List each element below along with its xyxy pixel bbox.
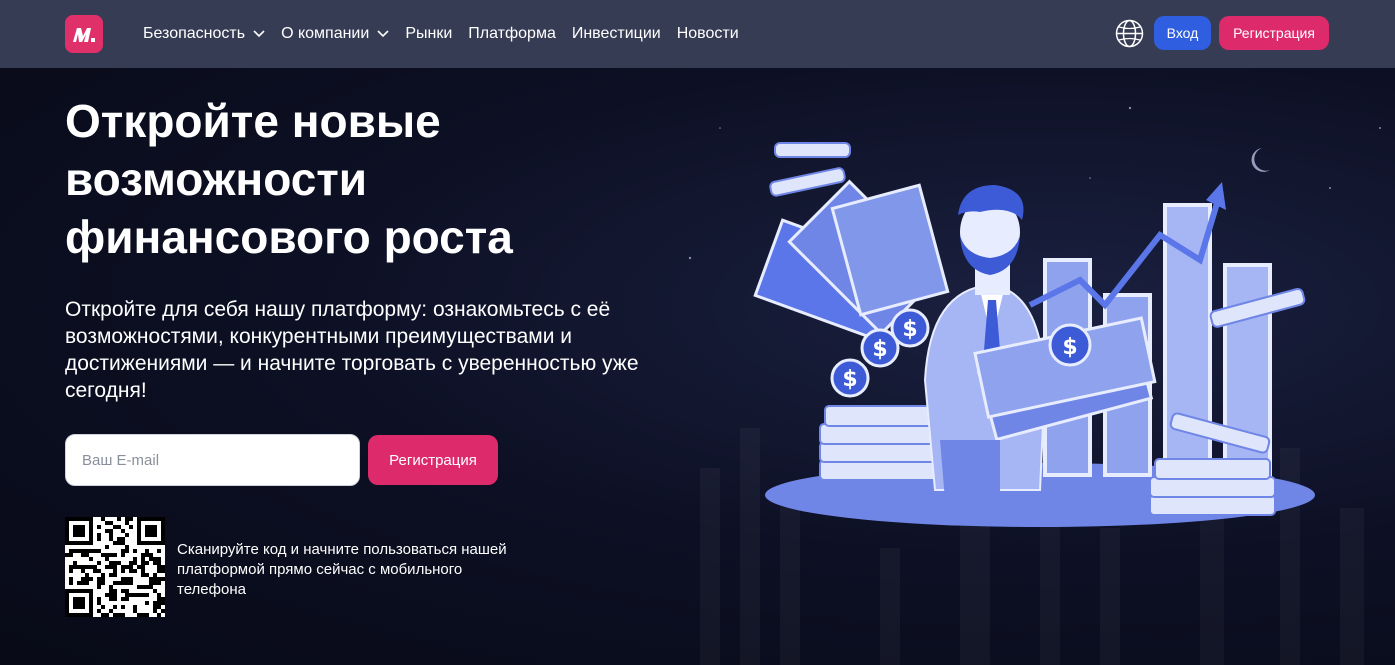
hero-section: $ $ $ $ Откройте новые возможности финан… <box>0 68 1395 665</box>
hero-title: Откройте новые возможности финансового р… <box>65 95 513 263</box>
svg-text:$: $ <box>1062 335 1077 360</box>
register-button-header[interactable]: Регистрация <box>1219 16 1329 50</box>
register-button-hero[interactable]: Регистрация <box>368 435 498 485</box>
nav-item-label: О компании <box>281 25 370 42</box>
svg-text:$: $ <box>902 317 917 342</box>
svg-text:$: $ <box>842 367 857 392</box>
nav-item-security[interactable]: Безопасность <box>143 25 265 43</box>
main-nav: Безопасность О компании Рынки Платформа … <box>143 0 755 68</box>
nav-item-label: Новости <box>676 25 739 42</box>
email-input[interactable] <box>65 434 360 486</box>
nav-item-label: Платформа <box>468 25 556 42</box>
chevron-down-icon <box>253 30 265 38</box>
globe-icon[interactable] <box>1114 18 1145 49</box>
nav-item-investments[interactable]: Инвестиции <box>572 25 661 43</box>
nav-item-platform[interactable]: Платформа <box>468 25 556 43</box>
site-header: Безопасность О компании Рынки Платформа … <box>0 0 1395 68</box>
hero-subtitle: Откройте для себя нашу платформу: ознако… <box>65 298 639 402</box>
qr-code <box>65 517 165 617</box>
login-button[interactable]: Вход <box>1154 16 1211 50</box>
nav-item-label: Рынки <box>405 25 453 42</box>
m-logo-icon[interactable] <box>65 15 103 53</box>
nav-item-markets[interactable]: Рынки <box>405 25 452 43</box>
qr-caption: Сканируйте код и начните пользоваться на… <box>177 541 507 598</box>
finance-illustration: $ $ $ $ <box>753 142 1315 527</box>
svg-text:$: $ <box>872 337 887 362</box>
chevron-down-icon <box>377 30 389 38</box>
nav-item-label: Безопасность <box>143 25 246 42</box>
nav-item-label: Инвестиции <box>571 25 661 42</box>
nav-item-about[interactable]: О компании <box>281 25 389 43</box>
nav-item-news[interactable]: Новости <box>677 25 739 43</box>
